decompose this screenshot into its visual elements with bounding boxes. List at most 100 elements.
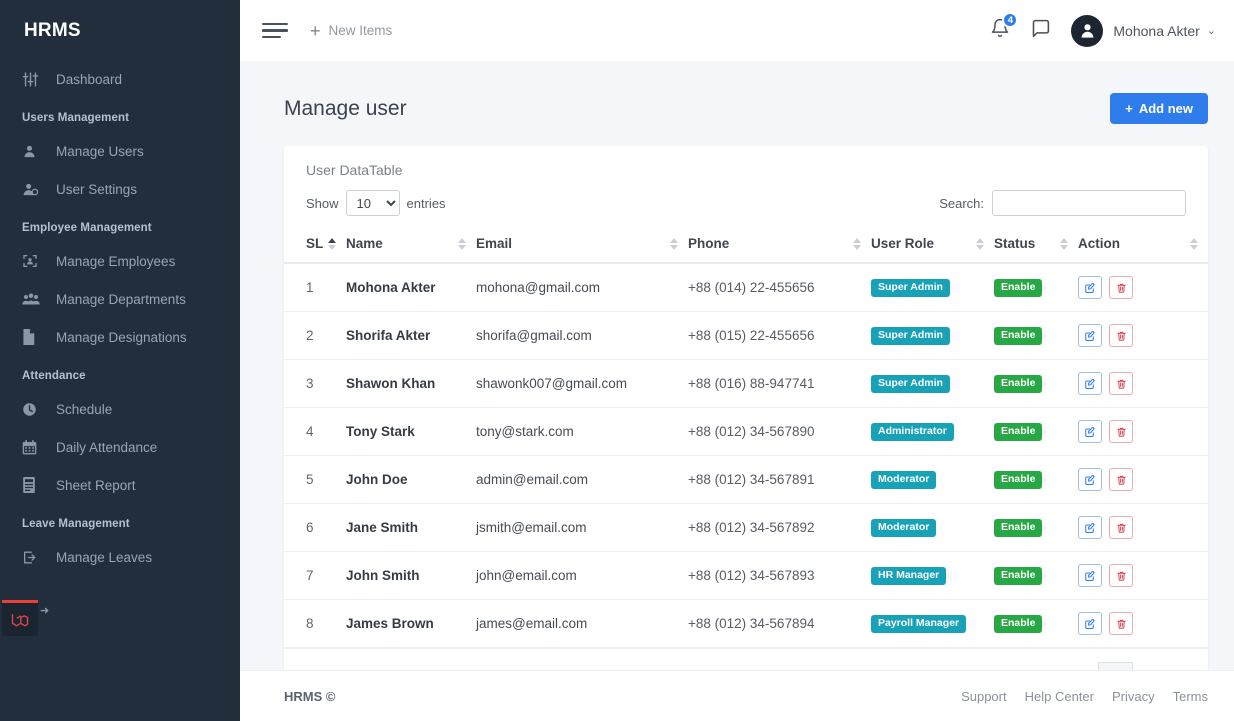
footer-link-support[interactable]: Support xyxy=(961,689,1007,704)
delete-row-button[interactable] xyxy=(1109,612,1133,635)
row-actions xyxy=(1078,468,1200,491)
cell-phone: +88 (012) 34-567893 xyxy=(688,551,871,600)
datatable-controls: Show 102550100 entries Search: xyxy=(284,184,1208,226)
sidebar-item-daily-attendance[interactable]: Daily Attendance xyxy=(0,428,240,466)
sidebar-item-label: Manage Designations xyxy=(56,329,187,345)
cell-name: Shorifa Akter xyxy=(346,311,476,360)
column-header-user-role[interactable]: User Role xyxy=(871,226,994,264)
footer-link-terms[interactable]: Terms xyxy=(1173,689,1208,704)
new-items-button[interactable]: + New Items xyxy=(310,22,392,40)
cell-action xyxy=(1078,551,1208,600)
pagination-page-1[interactable]: 1 xyxy=(1098,662,1134,670)
status-badge: Enable xyxy=(994,471,1043,489)
sidebar-item-manage-leaves[interactable]: Manage Leaves xyxy=(0,538,240,576)
cell-name: James Brown xyxy=(346,599,476,648)
page-title: Manage user xyxy=(284,96,407,120)
sidebar-item-dashboard[interactable]: Dashboard xyxy=(0,60,240,98)
cell-action xyxy=(1078,407,1208,456)
cell-name: Tony Stark xyxy=(346,407,476,456)
cell-phone: +88 (015) 22-455656 xyxy=(688,311,871,360)
sidebar-item-sheet-report[interactable]: Sheet Report xyxy=(0,466,240,504)
role-badge: Moderator xyxy=(871,519,937,537)
sidebar-item-manage-departments[interactable]: Manage Departments xyxy=(0,280,240,318)
messages-button[interactable] xyxy=(1030,18,1051,44)
sidebar-item-manage-employees[interactable]: Manage Employees xyxy=(0,242,240,280)
delete-row-button[interactable] xyxy=(1109,372,1133,395)
sort-indicator[interactable] xyxy=(1060,238,1068,250)
new-items-label: New Items xyxy=(328,23,393,38)
laravel-badge-arrow-icon: ➜ xyxy=(40,605,50,617)
table-row: 7 John Smith john@email.com +88 (012) 34-56… xyxy=(284,551,1208,600)
column-header-name[interactable]: Name xyxy=(346,226,476,264)
edit-row-button[interactable] xyxy=(1078,276,1102,299)
delete-row-button[interactable] xyxy=(1109,516,1133,539)
sidebar-item-label: User Settings xyxy=(56,181,138,197)
entries-per-page-select[interactable]: 102550100 xyxy=(345,190,400,216)
topbar-right: 4 Mohona Akter ⌄ xyxy=(990,12,1216,47)
cell-user-role: Super Admin xyxy=(871,359,994,408)
search-input[interactable] xyxy=(992,190,1186,216)
edit-row-button[interactable] xyxy=(1078,516,1102,539)
sidebar-section-users-management: Users Management xyxy=(22,112,130,124)
cell-status: Enable xyxy=(994,455,1078,504)
sort-indicator[interactable] xyxy=(458,238,466,250)
cell-status: Enable xyxy=(994,599,1078,648)
column-header-phone[interactable]: Phone xyxy=(688,226,871,264)
column-header-action[interactable]: Action xyxy=(1078,226,1208,264)
laravel-logo-icon xyxy=(10,610,30,630)
add-new-button[interactable]: + Add new xyxy=(1110,93,1208,124)
sort-indicator[interactable] xyxy=(670,238,678,250)
report-icon xyxy=(22,477,44,493)
cell-status: Enable xyxy=(994,551,1078,600)
edit-row-button[interactable] xyxy=(1078,372,1102,395)
notifications-button[interactable]: 4 xyxy=(990,12,1019,43)
laravel-debugbar-badge[interactable] xyxy=(2,600,38,636)
sidebar-item-label: Manage Departments xyxy=(56,291,186,307)
delete-row-button[interactable] xyxy=(1109,276,1133,299)
sort-indicator[interactable] xyxy=(976,238,984,250)
hamburger-icon[interactable] xyxy=(262,19,288,43)
edit-row-button[interactable] xyxy=(1078,324,1102,347)
cell-action xyxy=(1078,455,1208,504)
delete-row-button[interactable] xyxy=(1109,324,1133,347)
column-label: Name xyxy=(346,236,383,251)
edit-row-button[interactable] xyxy=(1078,612,1102,635)
entries-label: entries xyxy=(406,195,446,211)
cell-action xyxy=(1078,599,1208,648)
role-badge: Super Admin xyxy=(871,327,950,345)
cell-name: Jane Smith xyxy=(346,503,476,552)
cell-phone: +88 (014) 22-455656 xyxy=(688,263,871,312)
delete-row-button[interactable] xyxy=(1109,420,1133,443)
cell-action xyxy=(1078,263,1208,312)
table-row: 5 John Doe admin@email.com +88 (012) 34-567… xyxy=(284,455,1208,504)
sidebar-item-schedule[interactable]: Schedule xyxy=(0,390,240,428)
sidebar-item-user-settings[interactable]: User Settings xyxy=(0,170,240,208)
user-menu[interactable]: Mohona Akter ⌄ xyxy=(1071,14,1216,47)
cell-status: Enable xyxy=(994,407,1078,456)
cell-email: mohona@gmail.com xyxy=(476,263,688,312)
edit-row-button[interactable] xyxy=(1078,420,1102,443)
delete-row-button[interactable] xyxy=(1109,564,1133,587)
column-header-status[interactable]: Status xyxy=(994,226,1078,264)
sort-indicator[interactable] xyxy=(1190,238,1198,250)
sort-indicator[interactable] xyxy=(853,238,861,250)
sidebar-item-manage-designations[interactable]: Manage Designations xyxy=(0,318,240,356)
row-actions xyxy=(1078,324,1200,347)
cell-user-role: Super Admin xyxy=(871,311,994,360)
user-icon xyxy=(22,144,44,159)
delete-row-button[interactable] xyxy=(1109,468,1133,491)
edit-row-button[interactable] xyxy=(1078,564,1102,587)
plus-icon: + xyxy=(310,20,321,41)
column-label: SL xyxy=(306,236,324,251)
sidebar-item-manage-users[interactable]: Manage Users xyxy=(0,132,240,170)
column-header-email[interactable]: Email xyxy=(476,226,688,264)
edit-row-button[interactable] xyxy=(1078,468,1102,491)
search-label: Search: xyxy=(939,195,984,211)
pagination: Previous 1 Next xyxy=(1021,662,1186,670)
table-body: 1 Mohona Akter mohona@gmail.com +88 (014) 2… xyxy=(284,263,1208,648)
footer-link-privacy[interactable]: Privacy xyxy=(1112,689,1155,704)
row-actions xyxy=(1078,516,1200,539)
column-header-sl[interactable]: SL xyxy=(284,226,346,264)
sort-indicator-asc[interactable] xyxy=(328,238,336,250)
footer-link-help-center[interactable]: Help Center xyxy=(1025,689,1094,704)
